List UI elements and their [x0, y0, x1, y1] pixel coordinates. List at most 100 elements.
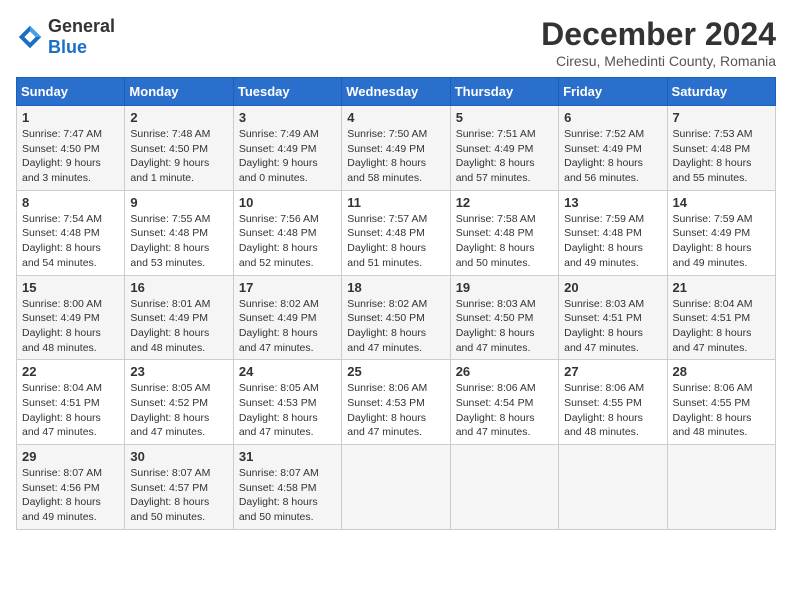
day-detail: Sunrise: 8:05 AMSunset: 4:52 PMDaylight:… [130, 381, 227, 440]
calendar-table: SundayMondayTuesdayWednesdayThursdayFrid… [16, 77, 776, 530]
calendar-day-cell: 10 Sunrise: 7:56 AMSunset: 4:48 PMDayligh… [233, 190, 341, 275]
calendar-day-cell [667, 445, 775, 530]
calendar-week-row: 22 Sunrise: 8:04 AMSunset: 4:51 PMDayligh… [17, 360, 776, 445]
calendar-day-cell: 21 Sunrise: 8:04 AMSunset: 4:51 PMDayligh… [667, 275, 775, 360]
day-number: 30 [130, 449, 227, 464]
calendar-day-cell: 14 Sunrise: 7:59 AMSunset: 4:49 PMDayligh… [667, 190, 775, 275]
day-number: 13 [564, 195, 661, 210]
day-detail: Sunrise: 7:52 AMSunset: 4:49 PMDaylight:… [564, 127, 661, 186]
day-number: 4 [347, 110, 444, 125]
calendar-day-cell [342, 445, 450, 530]
day-detail: Sunrise: 8:07 AMSunset: 4:57 PMDaylight:… [130, 466, 227, 525]
day-number: 17 [239, 280, 336, 295]
day-number: 14 [673, 195, 770, 210]
day-detail: Sunrise: 7:48 AMSunset: 4:50 PMDaylight:… [130, 127, 227, 186]
calendar-day-cell: 1 Sunrise: 7:47 AMSunset: 4:50 PMDaylight… [17, 106, 125, 191]
day-detail: Sunrise: 8:06 AMSunset: 4:54 PMDaylight:… [456, 381, 553, 440]
day-detail: Sunrise: 7:47 AMSunset: 4:50 PMDaylight:… [22, 127, 119, 186]
day-detail: Sunrise: 7:54 AMSunset: 4:48 PMDaylight:… [22, 212, 119, 271]
day-number: 9 [130, 195, 227, 210]
calendar-day-cell: 30 Sunrise: 8:07 AMSunset: 4:57 PMDayligh… [125, 445, 233, 530]
day-number: 2 [130, 110, 227, 125]
calendar-day-cell: 27Sunrise: 8:06 AMSunset: 4:55 PMDayligh… [559, 360, 667, 445]
day-number: 18 [347, 280, 444, 295]
weekday-header-tuesday: Tuesday [233, 78, 341, 106]
day-number: 20 [564, 280, 661, 295]
day-detail: Sunrise: 8:06 AMSunset: 4:53 PMDaylight:… [347, 381, 444, 440]
calendar-week-row: 8Sunrise: 7:54 AMSunset: 4:48 PMDaylight… [17, 190, 776, 275]
day-number: 21 [673, 280, 770, 295]
day-detail: Sunrise: 8:01 AMSunset: 4:49 PMDaylight:… [130, 297, 227, 356]
calendar-day-cell: 7 Sunrise: 7:53 AMSunset: 4:48 PMDaylight… [667, 106, 775, 191]
day-detail: Sunrise: 8:04 AMSunset: 4:51 PMDaylight:… [673, 297, 770, 356]
day-detail: Sunrise: 7:49 AMSunset: 4:49 PMDaylight:… [239, 127, 336, 186]
day-detail: Sunrise: 7:56 AMSunset: 4:48 PMDaylight:… [239, 212, 336, 271]
day-detail: Sunrise: 8:02 AMSunset: 4:50 PMDaylight:… [347, 297, 444, 356]
calendar-day-cell: 22 Sunrise: 8:04 AMSunset: 4:51 PMDayligh… [17, 360, 125, 445]
day-detail: Sunrise: 7:59 AMSunset: 4:49 PMDaylight:… [673, 212, 770, 271]
day-detail: Sunrise: 8:05 AMSunset: 4:53 PMDaylight:… [239, 381, 336, 440]
day-number: 27 [564, 364, 661, 379]
calendar-day-cell: 4Sunrise: 7:50 AMSunset: 4:49 PMDaylight… [342, 106, 450, 191]
day-number: 10 [239, 195, 336, 210]
weekday-header-row: SundayMondayTuesdayWednesdayThursdayFrid… [17, 78, 776, 106]
day-number: 23 [130, 364, 227, 379]
calendar-day-cell: 8Sunrise: 7:54 AMSunset: 4:48 PMDaylight… [17, 190, 125, 275]
day-detail: Sunrise: 7:51 AMSunset: 4:49 PMDaylight:… [456, 127, 553, 186]
calendar-day-cell: 15Sunrise: 8:00 AMSunset: 4:49 PMDayligh… [17, 275, 125, 360]
title-block: December 2024 Ciresu, Mehedinti County, … [541, 16, 776, 69]
location-subtitle: Ciresu, Mehedinti County, Romania [541, 53, 776, 69]
day-number: 7 [673, 110, 770, 125]
calendar-day-cell: 18 Sunrise: 8:02 AMSunset: 4:50 PMDayligh… [342, 275, 450, 360]
day-detail: Sunrise: 7:55 AMSunset: 4:48 PMDaylight:… [130, 212, 227, 271]
calendar-day-cell: 20Sunrise: 8:03 AMSunset: 4:51 PMDayligh… [559, 275, 667, 360]
calendar-day-cell [450, 445, 558, 530]
day-detail: Sunrise: 7:57 AMSunset: 4:48 PMDaylight:… [347, 212, 444, 271]
day-number: 6 [564, 110, 661, 125]
day-detail: Sunrise: 8:02 AMSunset: 4:49 PMDaylight:… [239, 297, 336, 356]
day-number: 11 [347, 195, 444, 210]
weekday-header-sunday: Sunday [17, 78, 125, 106]
day-number: 24 [239, 364, 336, 379]
day-number: 29 [22, 449, 119, 464]
calendar-day-cell: 29 Sunrise: 8:07 AMSunset: 4:56 PMDayligh… [17, 445, 125, 530]
day-number: 25 [347, 364, 444, 379]
day-detail: Sunrise: 8:03 AMSunset: 4:50 PMDaylight:… [456, 297, 553, 356]
logo: General Blue [16, 16, 115, 58]
day-number: 22 [22, 364, 119, 379]
day-detail: Sunrise: 7:58 AMSunset: 4:48 PMDaylight:… [456, 212, 553, 271]
logo-text: General Blue [48, 16, 115, 58]
logo-general: General [48, 16, 115, 36]
day-number: 19 [456, 280, 553, 295]
calendar-day-cell: 13Sunrise: 7:59 AMSunset: 4:48 PMDayligh… [559, 190, 667, 275]
calendar-day-cell: 6 Sunrise: 7:52 AMSunset: 4:49 PMDaylight… [559, 106, 667, 191]
calendar-day-cell: 16 Sunrise: 8:01 AMSunset: 4:49 PMDayligh… [125, 275, 233, 360]
day-number: 15 [22, 280, 119, 295]
weekday-header-thursday: Thursday [450, 78, 558, 106]
calendar-day-cell: 3Sunrise: 7:49 AMSunset: 4:49 PMDaylight… [233, 106, 341, 191]
month-title: December 2024 [541, 16, 776, 53]
day-detail: Sunrise: 8:07 AMSunset: 4:56 PMDaylight:… [22, 466, 119, 525]
calendar-day-cell: 19 Sunrise: 8:03 AMSunset: 4:50 PMDayligh… [450, 275, 558, 360]
weekday-header-saturday: Saturday [667, 78, 775, 106]
weekday-header-friday: Friday [559, 78, 667, 106]
page-header: General Blue December 2024 Ciresu, Mehed… [16, 16, 776, 69]
calendar-day-cell: 2 Sunrise: 7:48 AMSunset: 4:50 PMDaylight… [125, 106, 233, 191]
day-detail: Sunrise: 8:06 AMSunset: 4:55 PMDaylight:… [673, 381, 770, 440]
day-number: 26 [456, 364, 553, 379]
calendar-week-row: 15Sunrise: 8:00 AMSunset: 4:49 PMDayligh… [17, 275, 776, 360]
calendar-day-cell: 23 Sunrise: 8:05 AMSunset: 4:52 PMDayligh… [125, 360, 233, 445]
day-number: 16 [130, 280, 227, 295]
day-number: 28 [673, 364, 770, 379]
calendar-day-cell: 24 Sunrise: 8:05 AMSunset: 4:53 PMDayligh… [233, 360, 341, 445]
calendar-day-cell: 12 Sunrise: 7:58 AMSunset: 4:48 PMDayligh… [450, 190, 558, 275]
day-number: 1 [22, 110, 119, 125]
day-number: 31 [239, 449, 336, 464]
day-detail: Sunrise: 8:04 AMSunset: 4:51 PMDaylight:… [22, 381, 119, 440]
calendar-day-cell: 5Sunrise: 7:51 AMSunset: 4:49 PMDaylight… [450, 106, 558, 191]
day-number: 12 [456, 195, 553, 210]
calendar-day-cell: 17 Sunrise: 8:02 AMSunset: 4:49 PMDayligh… [233, 275, 341, 360]
day-detail: Sunrise: 7:53 AMSunset: 4:48 PMDaylight:… [673, 127, 770, 186]
weekday-header-monday: Monday [125, 78, 233, 106]
calendar-day-cell [559, 445, 667, 530]
